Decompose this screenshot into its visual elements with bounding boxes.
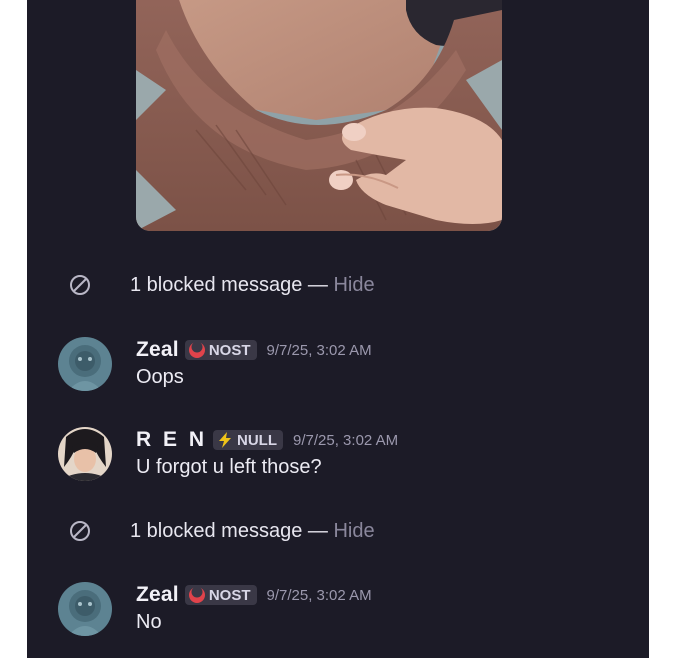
user-tag[interactable]: NOST: [184, 340, 257, 360]
message-text: U forgot u left those?: [136, 456, 322, 478]
message-header: R E N NULL 9/7/25, 3:02 AM: [136, 427, 398, 453]
timestamp: 9/7/25, 3:02 AM: [293, 431, 399, 449]
red-crescent-icon: [188, 586, 205, 603]
red-crescent-icon: [188, 341, 205, 358]
user-tag[interactable]: NOST: [184, 585, 257, 605]
user-tag-label: NOST: [208, 341, 251, 359]
lightning-bolt-icon: [219, 432, 232, 448]
blocked-separator: —: [302, 274, 334, 296]
blocked-message-text: 1 blocked message — Hide: [130, 520, 375, 542]
message-text: Oops: [136, 366, 184, 388]
chat-message: Zeal NOST 9/7/25, 3:02 AM No: [27, 582, 649, 642]
blocked-message-row: 1 blocked message — Hide: [27, 265, 649, 305]
blocked-message-text: 1 blocked message — Hide: [130, 274, 375, 296]
blocked-message-label: 1 blocked message: [130, 520, 303, 542]
avatar[interactable]: [58, 427, 112, 481]
user-tag[interactable]: NULL: [213, 430, 284, 450]
blocked-icon: [70, 521, 90, 541]
avatar-image: [58, 337, 112, 391]
chat-message: R E N NULL 9/7/25, 3:02 AM U forgot u le…: [27, 427, 649, 487]
blocked-separator: —: [302, 520, 334, 542]
timestamp: 9/7/25, 3:02 AM: [266, 341, 372, 359]
avatar-image: [58, 427, 112, 481]
timestamp: 9/7/25, 3:02 AM: [266, 586, 372, 604]
blocked-icon: [70, 275, 90, 295]
image-attachment[interactable]: [136, 0, 502, 231]
chat-message: Zeal NOST 9/7/25, 3:02 AM Oops: [27, 337, 649, 397]
username[interactable]: Zeal: [136, 583, 179, 607]
message-header: Zeal NOST 9/7/25, 3:02 AM: [136, 582, 372, 608]
user-tag-label: NOST: [208, 586, 251, 604]
message-text: No: [136, 611, 162, 633]
user-tag-label: NULL: [237, 431, 278, 449]
avatar[interactable]: [58, 337, 112, 391]
message-header: Zeal NOST 9/7/25, 3:02 AM: [136, 337, 372, 363]
chat-panel: 1 blocked message — Hide Zeal NOST 9/7/2…: [27, 0, 649, 658]
avatar-image: [58, 582, 112, 636]
attachment-photo: [136, 0, 502, 231]
username[interactable]: R E N: [136, 428, 207, 452]
hide-blocked-link[interactable]: Hide: [333, 274, 374, 296]
avatar[interactable]: [58, 582, 112, 636]
blocked-message-label: 1 blocked message: [130, 274, 303, 296]
hide-blocked-link[interactable]: Hide: [333, 520, 374, 542]
blocked-message-row: 1 blocked message — Hide: [27, 511, 649, 551]
username[interactable]: Zeal: [136, 338, 179, 362]
